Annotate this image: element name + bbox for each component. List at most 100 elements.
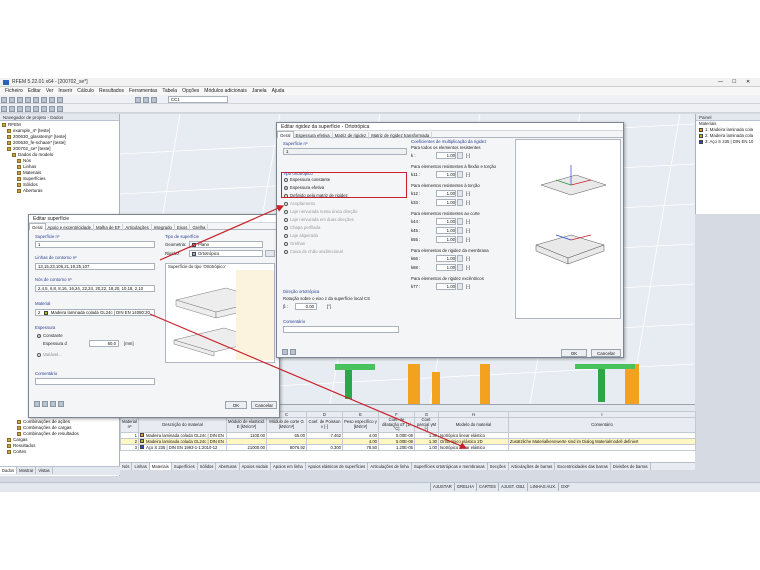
dialog-tab[interactable]: Matriz de rigidez [333,132,370,139]
coef-spinner[interactable] [457,283,463,290]
sheet-tab[interactable]: Aberturas [216,463,240,470]
coef-value-field[interactable]: 1.00 [436,283,456,290]
table-cell-G[interactable]: 8076.92 [266,443,307,451]
save-icon[interactable] [17,96,23,103]
sheet-tab[interactable]: Superfícies [172,463,198,470]
coef-value-field[interactable]: 1.00 [436,236,456,243]
menu-item[interactable]: Ver [46,87,54,95]
table-cell-alpha[interactable]: 1.20E-05 [378,443,415,451]
column-header[interactable]: Módulo de corte G [kN/cm²] [266,417,307,433]
redo-icon[interactable] [41,96,47,103]
support-icon[interactable] [41,105,47,112]
es-cancel-button[interactable]: Cancelar [251,401,277,409]
coef-spinner[interactable] [457,227,463,234]
column-header[interactable]: Comentário [508,417,696,433]
ortho-help-icon[interactable] [282,348,288,355]
sheet-tab[interactable]: Linhas [132,463,150,470]
dialog-tab[interactable]: Grelha [190,224,209,231]
menu-item[interactable]: Janela [252,87,267,95]
variable-radio[interactable] [37,352,41,357]
ortho-ok-button[interactable]: OK [561,349,587,357]
open-icon[interactable] [9,96,15,103]
coef-value-field[interactable]: 1.00 [436,218,456,225]
navigator-tab[interactable]: Vistas [36,467,53,474]
ortho-comment-field[interactable] [283,326,399,333]
info-icon[interactable] [50,400,56,407]
thickness-variable-option[interactable]: Variável... [37,352,62,358]
coef-value-field[interactable]: 1.00 [436,171,456,178]
dialog-tab[interactable]: Articulações [123,224,152,231]
dialog-tab[interactable]: Integrado [152,224,175,231]
coef-spinner[interactable] [457,264,463,271]
sheet-tab[interactable]: Divisões de barras [611,463,651,470]
dialog-tab[interactable]: Espessura efetiva [294,132,333,139]
sheet-tab[interactable]: Sólidos [198,463,217,470]
navigator-tab[interactable]: Dados [0,467,18,474]
close-icon[interactable]: ✕ [746,79,750,85]
sheet-tab[interactable]: Materiais [149,463,172,470]
table-cell-E[interactable]: 21000.00 [226,443,267,451]
navigator-tab[interactable]: Mostrar [17,467,37,474]
column-header[interactable]: Descrição do material [138,417,227,433]
status-toggle[interactable]: AJUST. OBJ. [497,483,527,491]
table-cell-gamma[interactable]: 78.50 [342,443,379,451]
sheet-tab[interactable]: Articulações de barras [509,463,556,470]
tree-item[interactable]: Cortes [2,449,79,455]
load-icon[interactable] [49,105,55,112]
thickness-constant-option[interactable]: Constante [37,333,63,339]
table-cell-desc[interactable]: Madeira laminada colada GL24c | DIN EN [138,437,227,445]
coef-value-field[interactable]: 1.00 [436,199,456,206]
surface-no-field[interactable]: 1 [35,241,155,248]
ortho-cancel-button[interactable]: Cancelar [591,349,621,357]
dialog-tab[interactable]: Apoio e excentricidade [46,224,94,231]
boundary-lines-field[interactable]: 13,15,23,106,21,19,25,107 [35,263,155,270]
table-cell-comment[interactable] [508,443,696,451]
coef-value-field[interactable]: 1.00 [436,152,456,159]
column-header[interactable]: Módulo de elasticid. E [kN/cm²] [226,417,267,433]
new-icon[interactable] [1,96,7,103]
stiffness-edit-button[interactable] [265,250,275,257]
es-ok-button[interactable]: OK [225,401,247,409]
table-cell-nu[interactable]: 0.300 [306,443,343,451]
dialog-tab[interactable]: Geral [277,131,294,138]
es-comment-field[interactable] [35,378,155,385]
help-icon[interactable] [34,400,40,407]
sheet-tab[interactable]: Apoios elásticos de superfícies [306,463,369,470]
ortho-info-icon[interactable] [290,348,296,355]
print-icon[interactable] [25,96,31,103]
table-cell-desc[interactable]: Madeira laminada colada GL24c | DIN EN [138,431,227,439]
line-icon[interactable] [9,105,15,112]
menu-item[interactable]: Ficheiro [5,87,23,95]
coef-spinner[interactable] [457,236,463,243]
geometry-select[interactable]: Plano [189,241,263,248]
coef-spinner[interactable] [457,255,463,262]
beta-field[interactable]: 0.00 [295,303,317,310]
column-header[interactable]: Modelo do material [438,417,509,433]
edit-icon[interactable] [58,400,64,407]
status-toggle[interactable]: LINHAS AUX. [527,483,558,491]
calculate-icon[interactable] [49,96,55,103]
dialog-tab[interactable]: Geral [29,223,46,230]
rotate-icon[interactable] [151,96,158,103]
menu-item[interactable]: Resultados [99,87,124,95]
stiffness-select[interactable]: Ortotrópico [189,250,263,257]
coef-value-field[interactable]: 1.00 [436,255,456,262]
surface-icon[interactable] [25,105,31,112]
coef-value-field[interactable]: 1.00 [436,190,456,197]
minimize-icon[interactable]: — [718,79,723,85]
constant-radio[interactable] [37,333,41,338]
member-icon[interactable] [17,105,23,112]
thickness-field[interactable]: 60.0 [89,340,119,347]
sheet-tab[interactable]: Nós [120,463,133,470]
results-icon[interactable] [57,96,63,103]
sheet-tab[interactable]: Secções [488,463,509,470]
status-toggle[interactable]: AJUSTAR [430,483,454,491]
undo-icon[interactable] [33,96,39,103]
table-cell-no[interactable]: 3 [120,443,139,451]
boundary-nodes-field[interactable]: 2,4,5, 6,8, 8,16, 16,24, 22,24, 20,22, 1… [35,285,155,292]
coef-value-field[interactable]: 1.00 [436,264,456,271]
maximize-icon[interactable]: ☐ [732,79,736,85]
sheet-tab[interactable]: Superfícies ortotrópicas e membranas [412,463,488,470]
status-toggle[interactable]: DXF [558,483,571,491]
menu-item[interactable]: Opções [182,87,199,95]
